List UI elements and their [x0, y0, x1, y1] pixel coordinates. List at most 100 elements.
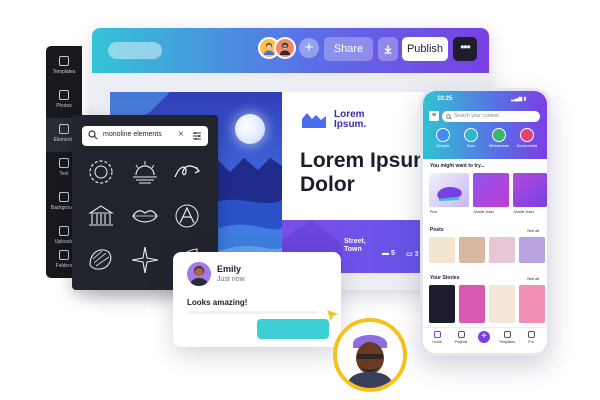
folders-icon [59, 250, 69, 260]
share-button[interactable]: Share [324, 37, 373, 61]
photos-icon [59, 90, 69, 100]
bath-icon: ▭ [406, 251, 413, 258]
shell-element-icon[interactable] [86, 245, 116, 275]
status-bar-time: 10:25 [437, 96, 453, 102]
section-title-stories: Your Stories [430, 275, 460, 281]
sparkle-element-icon[interactable] [130, 245, 160, 275]
home-icon [433, 331, 441, 338]
add-collaborator-button[interactable]: + [299, 38, 319, 58]
publish-button[interactable]: Publish [402, 37, 448, 61]
mobile-header: 10:25 ▂▄▆ ▮ ≡ Search your content Design… [423, 91, 547, 159]
search-icon [446, 113, 452, 120]
nav-item-label: Templates [52, 69, 76, 75]
comment-timestamp: Just now [217, 276, 245, 283]
comment-divider [187, 311, 317, 314]
see-all-posts-link[interactable]: See all [527, 228, 539, 233]
story-thumbnail[interactable] [429, 285, 455, 323]
social-media-icon [520, 128, 534, 142]
brand-logo-icon [302, 113, 326, 128]
section-title-try: You might want to try... [430, 163, 485, 169]
search-placeholder: Search your content [454, 113, 499, 119]
filter-icon[interactable] [192, 131, 202, 141]
whiteboards-icon [492, 128, 506, 142]
collaborator-large-avatar [333, 318, 407, 392]
section-title-posts: Posts [430, 227, 444, 233]
text-icon [59, 158, 69, 168]
download-icon [384, 45, 392, 54]
editor-toolbar: + Share Publish ••• [92, 28, 489, 73]
file-menu-pill[interactable] [108, 42, 162, 59]
category-docs[interactable]: Docs [459, 128, 483, 148]
story-thumbnail[interactable] [459, 285, 485, 323]
brand-name: Lorem Ipsum. [334, 109, 367, 130]
nav-item-templates[interactable]: Templates [46, 50, 82, 84]
category-social-media[interactable]: Social media [515, 128, 539, 148]
mobile-app-mockup: 10:25 ▂▄▆ ▮ ≡ Search your content Design… [420, 88, 550, 356]
create-design-button[interactable]: + [478, 331, 490, 343]
try-label: Print [430, 210, 438, 214]
try-thumbnail[interactable] [473, 173, 509, 207]
bed-count: ▬ 5 [382, 250, 395, 257]
mobile-tab-bar: Home Projects + Templates Pro [423, 327, 547, 353]
templates-icon [59, 56, 69, 66]
elements-search-input[interactable]: monoline elements × [82, 126, 208, 146]
tab-label: Home [432, 340, 442, 344]
collaborator-avatar[interactable] [274, 37, 296, 59]
design-address-text: Street, Town [344, 238, 366, 253]
category-label: Social media [516, 144, 538, 148]
category-label: Docs [466, 144, 476, 148]
tab-label: Pro [528, 340, 534, 344]
category-label: Designs [436, 144, 450, 148]
mobile-search-input[interactable]: Search your content [442, 111, 540, 122]
comment-card: Emily Just now Looks amazing! [173, 252, 341, 347]
cursor-pointer-icon [327, 310, 338, 321]
post-thumbnail[interactable] [459, 237, 485, 263]
search-query: monoline elements [103, 131, 162, 138]
tab-projects[interactable]: Projects [451, 331, 471, 344]
story-thumbnail[interactable] [489, 285, 515, 323]
tab-home[interactable]: Home [427, 331, 447, 344]
hamburger-menu-icon[interactable]: ≡ [429, 111, 439, 121]
post-thumbnail[interactable] [489, 237, 515, 263]
category-designs[interactable]: Designs [431, 128, 455, 148]
projects-icon [457, 331, 465, 338]
tab-pro[interactable]: Pro [521, 331, 541, 344]
lips-element-icon[interactable] [130, 201, 160, 231]
see-all-stories-link[interactable]: See all [527, 276, 539, 281]
collaborator-avatars: + [258, 37, 319, 59]
swirl-arrow-element-icon[interactable] [172, 157, 202, 187]
try-label: Mobile Video [474, 210, 495, 214]
templates-icon [503, 331, 511, 338]
bed-icon: ▬ [382, 250, 389, 257]
bath-count-value: 3 [414, 251, 419, 258]
monogram-element-icon[interactable] [172, 201, 202, 231]
try-label: Mobile Video [514, 210, 535, 214]
search-icon [88, 130, 98, 140]
temple-element-icon[interactable] [86, 201, 116, 231]
uploads-icon [59, 226, 69, 236]
background-icon [59, 192, 69, 202]
tab-templates[interactable]: Templates [497, 331, 517, 344]
post-thumbnail[interactable] [429, 237, 455, 263]
category-label: Whiteboards [488, 144, 510, 148]
try-thumbnail[interactable] [513, 173, 547, 207]
comment-text: Looks amazing! [187, 298, 248, 307]
clear-search-button[interactable]: × [178, 129, 184, 140]
bed-count-value: 5 [390, 250, 395, 257]
category-whiteboards[interactable]: Whiteboards [487, 128, 511, 148]
elements-icon [59, 124, 69, 134]
designs-icon [436, 128, 450, 142]
commenter-avatar [187, 262, 211, 286]
story-thumbnail[interactable] [519, 285, 545, 323]
download-button[interactable] [378, 37, 398, 61]
wreath-element-icon[interactable] [86, 157, 116, 187]
comment-reply-button[interactable] [257, 319, 329, 339]
post-thumbnail[interactable] [519, 237, 545, 263]
sunset-element-icon[interactable] [130, 157, 160, 187]
tab-label: Templates [499, 340, 515, 344]
nav-item-label: Photos [56, 103, 72, 109]
try-thumbnail[interactable] [429, 173, 469, 207]
more-options-button[interactable]: ••• [453, 37, 477, 61]
nav-item-photos[interactable]: Photos [46, 84, 82, 118]
marketing-collage: + Share Publish ••• Lorem Ipsum. Lorem I… [0, 0, 600, 400]
